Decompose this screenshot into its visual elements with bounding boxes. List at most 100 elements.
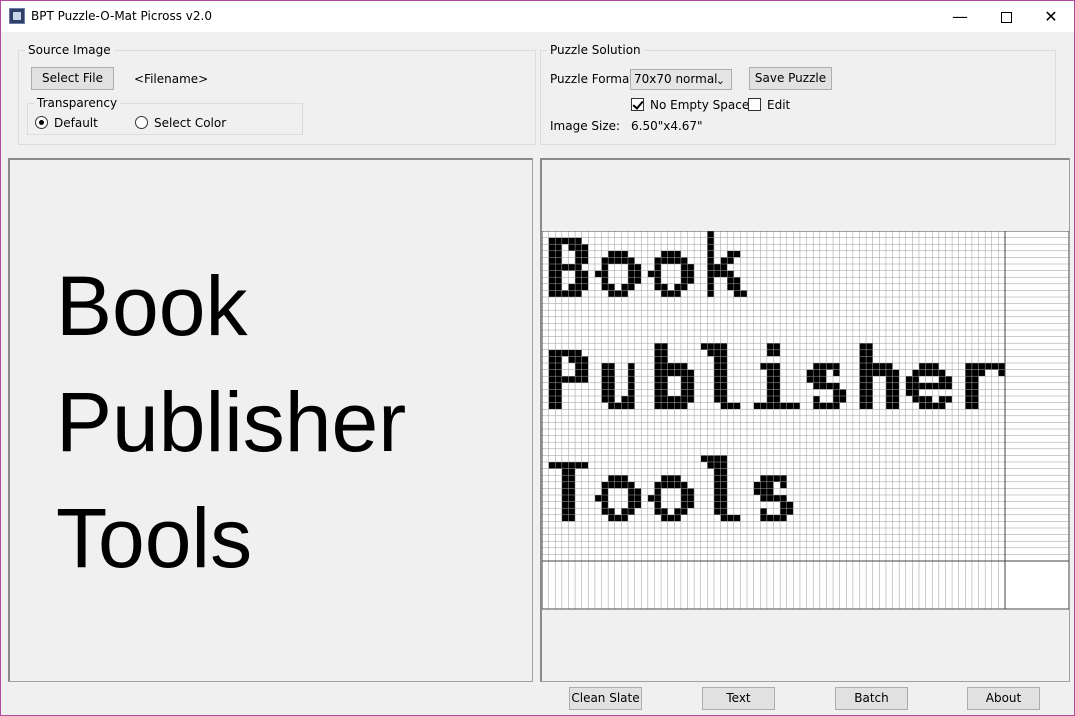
grid-cell-filled — [654, 356, 662, 363]
grid-cell-filled — [978, 363, 986, 370]
grid-cell-filled — [555, 283, 562, 291]
transparency-default-radio[interactable] — [35, 116, 48, 129]
grid-cell-filled — [720, 508, 728, 515]
grid-cell-filled — [965, 363, 972, 370]
grid-cell-filled — [786, 402, 794, 410]
grid-cell-filled — [548, 257, 556, 264]
grid-background — [542, 231, 1069, 610]
grid-cell-filled — [634, 277, 642, 284]
grid-cell-filled — [912, 382, 920, 390]
grid-cell-filled — [548, 264, 556, 271]
grid-cell-filled — [555, 369, 562, 377]
grid-cell-filled — [720, 402, 728, 410]
grid-cell-filled — [780, 475, 787, 482]
save-puzzle-button[interactable]: Save Puzzle — [749, 67, 832, 90]
select-file-button[interactable]: Select File — [31, 67, 114, 90]
grid-cell-filled — [608, 283, 615, 291]
grid-cell-filled — [661, 356, 668, 363]
grid-cell-filled — [627, 501, 635, 509]
clean-slate-button[interactable]: Clean Slate — [569, 687, 642, 710]
grid-cell-filled — [608, 481, 615, 489]
no-empty-space-checkbox[interactable] — [631, 98, 644, 111]
grid-cell-filled — [866, 396, 873, 403]
close-button[interactable]: ✕ — [1028, 1, 1074, 32]
grid-cell-filled — [555, 402, 562, 410]
grid-cell-filled — [833, 382, 840, 390]
grid-cell-filled — [568, 356, 576, 363]
grid-cell-filled — [780, 514, 787, 522]
grid-cell-filled — [568, 475, 576, 482]
grid-cell-filled — [885, 396, 893, 403]
grid-cell-filled — [687, 488, 695, 495]
grid-cell-filled — [654, 376, 662, 383]
grid-cell-filled — [720, 514, 728, 522]
grid-cell-filled — [568, 501, 576, 509]
grid-cell-filled — [727, 250, 734, 258]
grid-cell-filled — [654, 349, 662, 357]
grid-cell-filled — [766, 376, 774, 383]
grid-cell-filled — [713, 468, 721, 476]
grid-cell-filled — [839, 389, 847, 396]
grid-cell-filled — [621, 250, 628, 258]
edit-checkbox[interactable] — [748, 98, 761, 111]
grid-cell-filled — [661, 250, 668, 258]
grid-cell-filled — [568, 462, 576, 469]
grid-cell-filled — [760, 514, 767, 522]
puzzle-format-select[interactable]: 70x70 normal ⌄ — [630, 69, 732, 90]
grid-cell-filled — [661, 349, 668, 357]
grid-cell-filled — [548, 237, 556, 245]
grid-cell-filled — [548, 290, 556, 297]
grid-cell-filled — [713, 382, 721, 390]
grid-cell-filled — [575, 462, 582, 469]
grid-cell-filled — [780, 501, 787, 509]
grid-cell-filled — [561, 481, 569, 489]
grid-cell-filled — [555, 290, 562, 297]
grid-cell-filled — [548, 382, 556, 390]
grid-cell-filled — [965, 396, 972, 403]
grid-cell-filled — [674, 250, 681, 258]
grid-cell-filled — [720, 495, 728, 502]
text-button[interactable]: Text — [702, 687, 775, 710]
grid-cell-filled — [773, 343, 781, 350]
grid-cell-filled — [885, 376, 893, 383]
grid-cell-filled — [608, 382, 615, 390]
grid-cell-filled — [627, 382, 635, 390]
grid-cell-filled — [568, 349, 576, 357]
grid-cell-filled — [661, 376, 668, 383]
grid-cell-filled — [627, 369, 635, 377]
grid-cell-filled — [727, 514, 734, 522]
about-button[interactable]: About — [967, 687, 1040, 710]
grid-cell-filled — [925, 402, 933, 410]
batch-button[interactable]: Batch — [835, 687, 908, 710]
minimize-icon: — — [952, 7, 968, 26]
grid-cell-filled — [866, 343, 873, 350]
grid-cell-filled — [866, 382, 873, 390]
grid-cell-filled — [766, 488, 774, 495]
maximize-button[interactable] — [983, 1, 1029, 32]
grid-cell-filled — [680, 501, 688, 509]
minimize-button[interactable]: — — [937, 1, 983, 32]
grid-cell-filled — [733, 283, 741, 291]
grid-cell-filled — [627, 396, 635, 403]
maximize-icon — [1000, 12, 1012, 23]
grid-cell-filled — [654, 343, 662, 350]
grid-cell-filled — [654, 363, 662, 370]
grid-cell-filled — [905, 389, 913, 396]
grid-cell-filled — [753, 481, 761, 489]
grid-cell-filled — [568, 508, 576, 515]
grid-cell-filled — [859, 382, 867, 390]
grid-cell-filled — [773, 495, 781, 502]
grid-cell-filled — [667, 396, 675, 403]
source-preview-text: Book Publisher Tools — [56, 248, 406, 596]
grid-cell-filled — [575, 376, 582, 383]
grid-cell-filled — [608, 376, 615, 383]
grid-cell-filled — [548, 250, 556, 258]
grid-cell-filled — [713, 481, 721, 489]
grid-cell-filled — [733, 514, 741, 522]
grid-cell-filled — [773, 389, 781, 396]
grid-cell-filled — [766, 396, 774, 403]
grid-cell-filled — [938, 376, 946, 383]
grid-cell-filled — [971, 382, 979, 390]
grid-cell-filled — [654, 501, 662, 509]
transparency-select-color-radio[interactable] — [135, 116, 148, 129]
